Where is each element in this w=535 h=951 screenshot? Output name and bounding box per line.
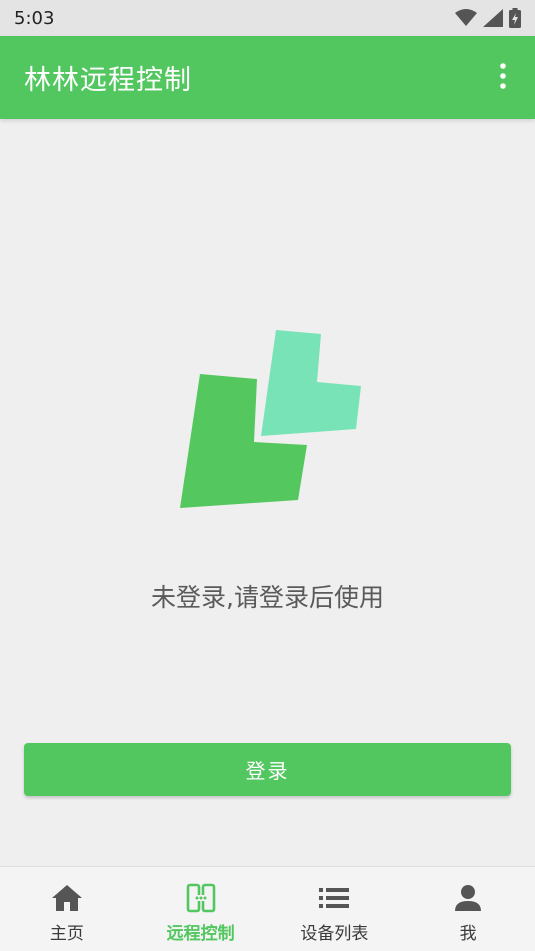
wifi-icon — [455, 9, 477, 27]
nav-item-remote-control[interactable]: 远程控制 — [134, 867, 268, 951]
login-button[interactable]: 登录 — [24, 743, 511, 796]
person-icon — [454, 883, 482, 913]
more-vertical-icon — [500, 62, 506, 93]
logo-back-shape — [261, 330, 361, 436]
nav-item-device-list[interactable]: 设备列表 — [268, 867, 402, 951]
nav-label-device-list: 设备列表 — [300, 924, 369, 944]
list-icon — [319, 883, 350, 913]
remote-control-icon — [186, 883, 216, 913]
cell-signal-icon — [483, 9, 503, 27]
nav-label-me: 我 — [459, 924, 477, 944]
nav-item-me[interactable]: 我 — [401, 867, 535, 951]
home-icon — [51, 883, 83, 913]
bottom-navigation: 主页 远程控制 设备列表 我 — [0, 866, 535, 951]
nav-item-home[interactable]: 主页 — [0, 867, 134, 951]
not-logged-in-message: 未登录,请登录后使用 — [151, 583, 384, 612]
nav-label-remote-control: 远程控制 — [166, 924, 235, 944]
status-time: 5:03 — [14, 7, 55, 29]
battery-charging-icon — [509, 8, 521, 28]
app-bar: 林林远程控制 — [0, 36, 535, 119]
app-logo — [178, 328, 364, 516]
status-bar: 5:03 — [0, 0, 535, 36]
status-icons — [455, 8, 521, 28]
app-title: 林林远程控制 — [24, 65, 192, 96]
nav-label-home: 主页 — [49, 924, 84, 944]
overflow-menu-button[interactable] — [491, 58, 515, 98]
